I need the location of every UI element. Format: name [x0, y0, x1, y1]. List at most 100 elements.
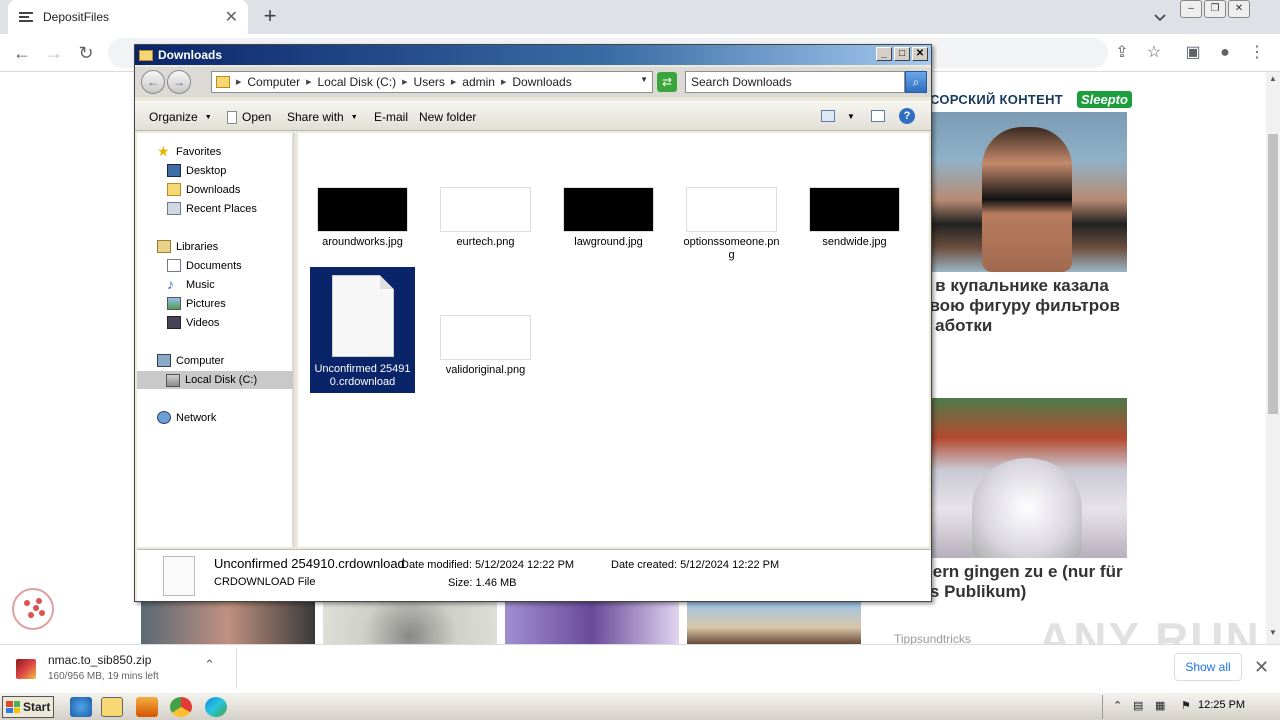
ad-thumbnail[interactable] [141, 602, 315, 644]
cookie-settings-icon[interactable] [12, 588, 54, 630]
start-button[interactable]: Start [2, 696, 54, 718]
menu-kebab-icon[interactable]: ⋮ [1246, 43, 1268, 65]
browser-tab[interactable]: DepositFiles ✕ [8, 0, 248, 34]
file-item-aroundworks[interactable]: aroundworks.jpg [310, 187, 415, 249]
refresh-icon[interactable]: ⇄ [657, 72, 677, 92]
download-filename[interactable]: nmac.to_sib850.zip [48, 653, 151, 667]
minimize-icon[interactable]: – [1180, 0, 1202, 18]
back-arrow-icon[interactable]: ← [10, 42, 34, 66]
ad-thumbnail[interactable] [323, 602, 497, 644]
tray-icon[interactable]: ▤ [1133, 699, 1143, 712]
new-folder-button[interactable]: New folder [419, 110, 476, 124]
breadcrumb-arrow-icon[interactable]: ▶ [402, 78, 407, 86]
nav-network[interactable]: Network [157, 411, 216, 424]
new-tab-button[interactable]: + [258, 4, 282, 28]
close-downloads-bar-icon[interactable]: ✕ [1254, 657, 1269, 678]
address-dropdown-icon[interactable]: ▼ [640, 75, 648, 84]
nav-favorites[interactable]: ★ Favorites [157, 144, 221, 158]
file-item-sendwide[interactable]: sendwide.jpg [802, 187, 907, 249]
nav-local-disk[interactable]: Local Disk (C:) [137, 371, 293, 389]
view-dropdown-icon[interactable]: ▼ [847, 112, 855, 121]
tray-expand-icon[interactable]: ⌃ [1113, 699, 1122, 712]
maximize-icon[interactable]: □ [894, 47, 910, 61]
archive-file-icon [16, 659, 36, 679]
change-view-icon[interactable] [821, 110, 835, 122]
forward-icon[interactable]: → [167, 70, 191, 94]
ad-image-bride[interactable] [932, 398, 1127, 558]
ad-thumbnail[interactable] [687, 602, 861, 644]
explorer-titlebar[interactable]: Downloads _ □ ✕ [135, 45, 931, 65]
browser-tab-strip: DepositFiles ✕ + – ❐ ✕ [0, 0, 1280, 34]
nav-documents[interactable]: Documents [167, 259, 242, 272]
breadcrumb-downloads[interactable]: Downloads [512, 75, 571, 89]
breadcrumb-arrow-icon[interactable]: ▶ [501, 78, 506, 86]
preview-pane-icon[interactable] [871, 110, 885, 122]
page-scrollbar[interactable]: ▲ ▼ [1266, 72, 1280, 644]
reload-icon[interactable]: ↻ [74, 42, 98, 66]
ad-thumbnail[interactable] [505, 602, 679, 644]
ad-source-2: Tippsundtricks [894, 632, 971, 644]
history-buttons: ← → [141, 70, 191, 94]
scroll-down-icon[interactable]: ▼ [1269, 628, 1277, 637]
share-icon[interactable]: ⇪ [1111, 43, 1133, 65]
explorer-window-controls: _ □ ✕ [876, 47, 928, 61]
profile-avatar-icon[interactable]: ● [1214, 43, 1236, 65]
tab-close-icon[interactable]: ✕ [225, 7, 238, 27]
breadcrumb-local-disk[interactable]: Local Disk (C:) [317, 75, 396, 89]
network-tray-icon[interactable]: ▦ [1155, 699, 1165, 712]
breadcrumb-arrow-icon[interactable]: ▶ [451, 78, 456, 86]
nav-music[interactable]: ♪ Music [167, 277, 215, 291]
show-all-button[interactable]: Show all [1174, 653, 1242, 681]
explorer-address-bar[interactable]: ▶ Computer ▶ Local Disk (C:) ▶ Users ▶ a… [211, 71, 653, 93]
close-window-icon[interactable]: ✕ [1228, 0, 1250, 18]
tab-search-chevron-icon[interactable] [1150, 7, 1170, 27]
bookmark-star-icon[interactable]: ☆ [1143, 43, 1165, 65]
breadcrumb-arrow-icon[interactable]: ▶ [236, 78, 241, 86]
chrome-icon[interactable] [170, 697, 192, 717]
open-button[interactable]: Open [227, 110, 271, 125]
side-panel-icon[interactable]: ▣ [1182, 43, 1204, 65]
details-pane: Unconfirmed 254910.crdownload CRDOWNLOAD… [137, 549, 931, 601]
explorer-taskbar-icon[interactable] [101, 697, 123, 717]
nav-desktop[interactable]: Desktop [167, 164, 226, 177]
nav-recent-places[interactable]: Recent Places [167, 202, 257, 215]
share-with-button[interactable]: Share with ▼ [287, 110, 358, 124]
flag-tray-icon[interactable]: ⚑ [1181, 699, 1191, 712]
scrollbar-thumb[interactable] [1268, 134, 1278, 414]
breadcrumb-computer[interactable]: Computer [247, 75, 300, 89]
ad-headline-1[interactable]: и в купальнике казала свою фигуру фильтр… [920, 276, 1120, 336]
clock[interactable]: 12:25 PM [1198, 699, 1245, 711]
image-thumbnail [809, 187, 900, 232]
nav-computer[interactable]: Computer [157, 354, 224, 367]
file-item-validoriginal[interactable]: validoriginal.png [433, 315, 538, 377]
ad-logo[interactable]: Sleepto [1077, 91, 1132, 108]
minimize-icon[interactable]: _ [876, 47, 892, 61]
nav-downloads[interactable]: Downloads [167, 183, 240, 196]
close-icon[interactable]: ✕ [912, 47, 928, 61]
email-button[interactable]: E-mail [374, 110, 408, 124]
file-item-eurtech[interactable]: eurtech.png [433, 187, 538, 249]
scroll-up-icon[interactable]: ▲ [1269, 74, 1277, 83]
forward-arrow-icon[interactable]: → [42, 42, 66, 66]
media-player-icon[interactable] [136, 697, 158, 717]
edge-icon[interactable] [205, 697, 227, 717]
back-icon[interactable]: ← [141, 70, 165, 94]
organize-button[interactable]: Organize ▼ [149, 110, 212, 124]
nav-libraries[interactable]: Libraries [157, 240, 218, 253]
breadcrumb-users[interactable]: Users [414, 75, 445, 89]
search-icon[interactable]: ⌕ [905, 71, 927, 93]
restore-icon[interactable]: ❐ [1204, 0, 1226, 18]
internet-explorer-icon[interactable] [70, 697, 92, 717]
search-input[interactable]: Search Downloads [685, 71, 905, 93]
chevron-up-icon[interactable]: ⌃ [204, 657, 215, 673]
nav-pictures[interactable]: Pictures [167, 297, 226, 310]
file-item-lawground[interactable]: lawground.jpg [556, 187, 661, 249]
help-icon[interactable]: ? [899, 108, 915, 124]
drive-icon [166, 373, 180, 387]
file-item-optionssomeone[interactable]: optionssomeone.png [679, 187, 784, 262]
ad-image-swimsuit[interactable] [932, 112, 1127, 272]
file-item-unconfirmed-crdownload[interactable]: Unconfirmed 254910.crdownload [310, 267, 415, 393]
nav-videos[interactable]: Videos [167, 316, 219, 329]
breadcrumb-arrow-icon[interactable]: ▶ [306, 78, 311, 86]
breadcrumb-admin[interactable]: admin [462, 75, 495, 89]
